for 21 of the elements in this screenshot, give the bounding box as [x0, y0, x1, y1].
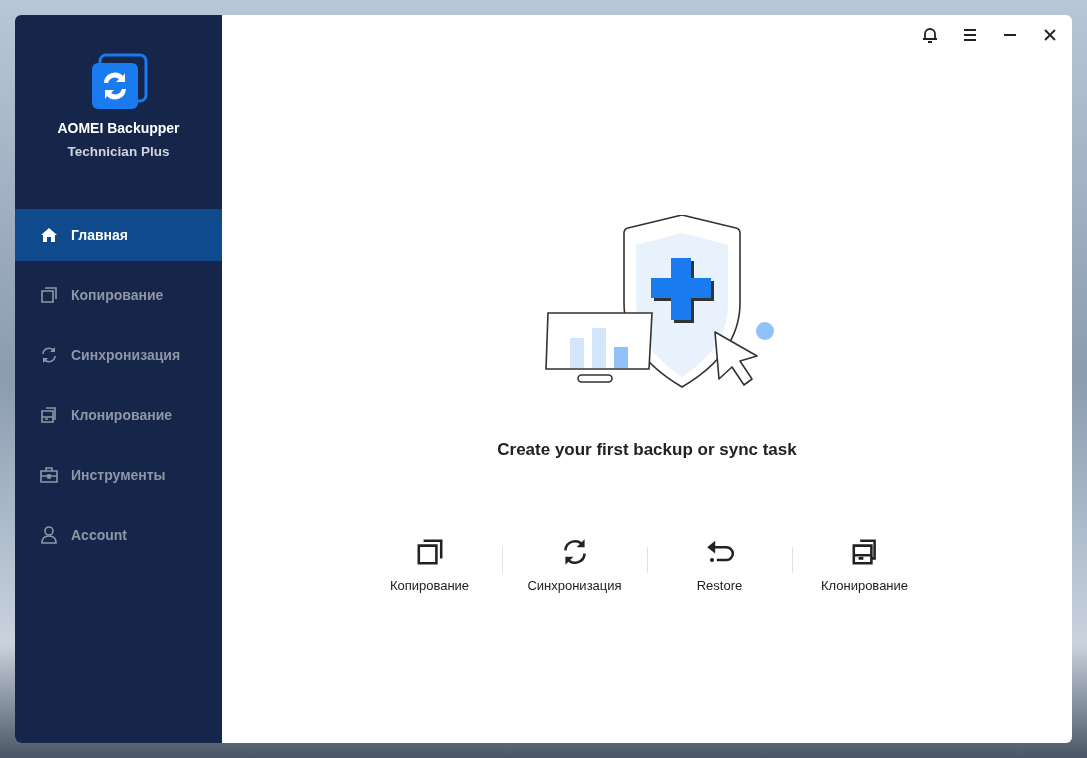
sidebar-item[interactable]: Инструменты	[15, 449, 222, 501]
action-button[interactable]: Синхронизация	[502, 536, 647, 593]
sidebar-item[interactable]: Account	[15, 509, 222, 561]
empty-state-heading: Create your first backup or sync task	[497, 440, 797, 460]
app-edition: Technician Plus	[67, 144, 170, 159]
clone-icon	[39, 405, 59, 425]
action-button[interactable]: Restore	[647, 536, 792, 593]
sidebar-item[interactable]: Клонирование	[15, 389, 222, 441]
home-icon	[39, 225, 59, 245]
sidebar-item[interactable]: Главная	[15, 209, 222, 261]
sync-icon	[39, 345, 59, 365]
action-button[interactable]: Копирование	[357, 536, 502, 593]
sidebar-item[interactable]: Синхронизация	[15, 329, 222, 381]
user-icon	[39, 525, 59, 545]
action-button[interactable]: Клонирование	[792, 536, 937, 593]
copy-icon	[39, 285, 59, 305]
notification-bell-icon[interactable]	[920, 25, 940, 45]
toolbox-icon	[39, 465, 59, 485]
app-logo-icon	[89, 53, 148, 111]
sidebar-item[interactable]: Копирование	[15, 269, 222, 321]
app-name: AOMEI Backupper	[57, 120, 180, 136]
